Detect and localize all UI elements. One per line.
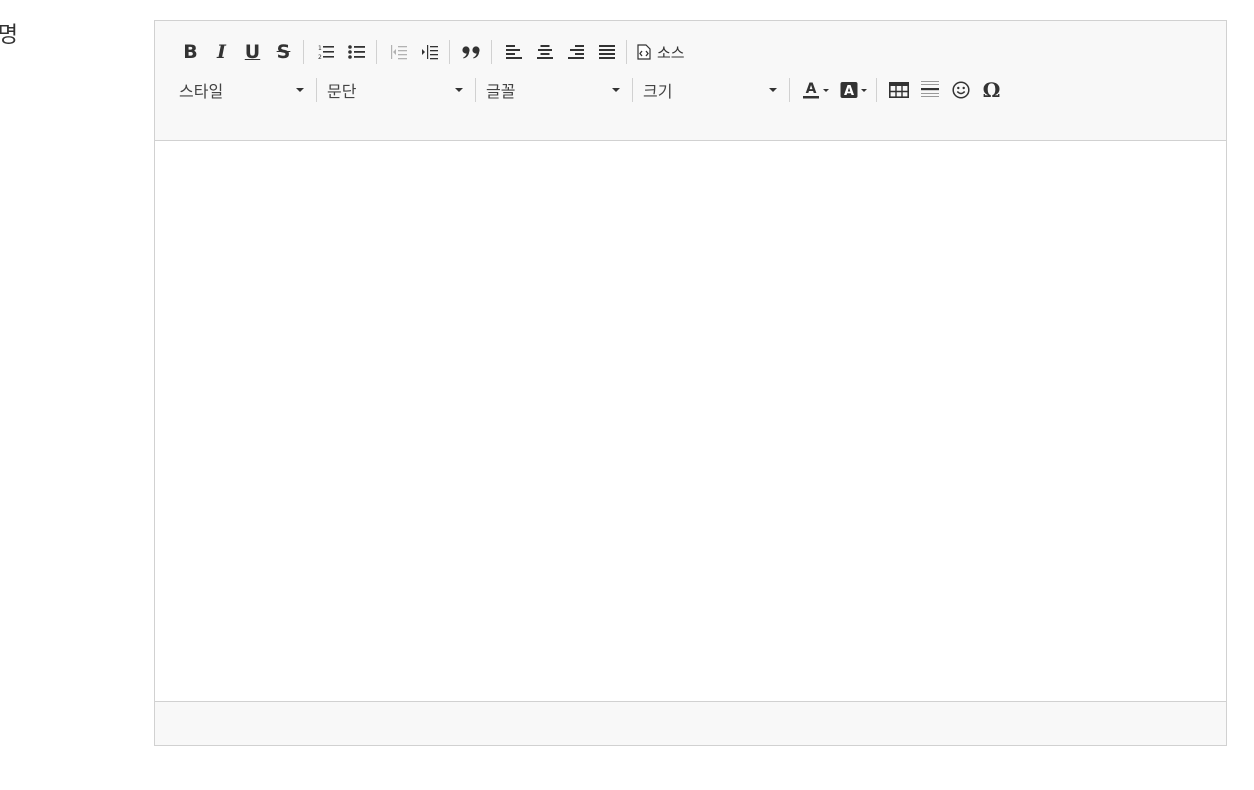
- italic-button[interactable]: I: [206, 38, 237, 66]
- svg-text:2: 2: [318, 54, 322, 60]
- editor-content-area[interactable]: [155, 141, 1226, 701]
- strikethrough-button[interactable]: S: [268, 38, 299, 66]
- align-left-button[interactable]: [498, 38, 529, 66]
- toolbar-row-1: B I U S 1 2 소스: [175, 33, 1226, 71]
- table-button[interactable]: [883, 76, 914, 104]
- text-color-button[interactable]: A: [796, 76, 834, 104]
- text-color-icon: A: [802, 81, 819, 99]
- quote-icon: [461, 46, 480, 59]
- bg-color-letter: A: [843, 84, 853, 99]
- align-right-button[interactable]: [560, 38, 591, 66]
- decrease-indent-button[interactable]: [383, 38, 414, 66]
- increase-indent-button[interactable]: [414, 38, 445, 66]
- format-dropdown[interactable]: 문단: [323, 76, 471, 104]
- source-icon: [637, 44, 651, 60]
- bulleted-list-icon: [348, 45, 365, 59]
- source-button[interactable]: 소스: [633, 38, 689, 66]
- special-character-button[interactable]: Ω: [976, 76, 1007, 104]
- font-dropdown-label: 글꼴: [486, 82, 516, 101]
- styles-dropdown[interactable]: 스타일: [175, 76, 312, 104]
- indent-icon: [421, 45, 438, 60]
- table-icon: [888, 82, 909, 98]
- toolbar-separator: [789, 78, 790, 102]
- chevron-down-icon: [822, 88, 829, 92]
- toolbar-separator: [626, 40, 627, 64]
- outdent-icon: [390, 45, 407, 60]
- toolbar-separator: [491, 40, 492, 64]
- smiley-icon: [951, 81, 970, 99]
- editor-toolbar: B I U S 1 2 소스 스타일 문단 글꼴 크기 A A Ω: [155, 21, 1226, 141]
- toolbar-separator: [303, 40, 304, 64]
- underline-button[interactable]: U: [237, 38, 268, 66]
- chevron-down-icon: [860, 88, 867, 92]
- font-size-dropdown[interactable]: 크기: [639, 76, 785, 104]
- align-right-icon: [567, 45, 584, 59]
- bold-button[interactable]: B: [175, 38, 206, 66]
- field-label: 설명: [0, 23, 18, 48]
- format-dropdown-label: 문단: [327, 82, 357, 101]
- numbered-list-button[interactable]: 1 2: [310, 38, 341, 66]
- align-justify-icon: [598, 45, 615, 59]
- toolbar-separator: [376, 40, 377, 64]
- styles-dropdown-label: 스타일: [179, 82, 224, 101]
- bulleted-list-button[interactable]: [341, 38, 372, 66]
- font-dropdown[interactable]: 글꼴: [482, 76, 628, 104]
- align-center-icon: [536, 45, 553, 59]
- background-color-icon: A: [840, 82, 857, 99]
- font-size-dropdown-label: 크기: [643, 82, 673, 101]
- toolbar-row-2: 스타일 문단 글꼴 크기 A A Ω: [175, 71, 1226, 109]
- toolbar-separator: [449, 40, 450, 64]
- editor-status-bar: [155, 701, 1226, 745]
- chevron-down-icon: [455, 88, 463, 92]
- toolbar-separator: [316, 78, 317, 102]
- chevron-down-icon: [296, 88, 304, 92]
- page: 설명 B I U S 1 2: [0, 0, 1254, 790]
- toolbar-separator: [632, 78, 633, 102]
- toolbar-separator: [876, 78, 877, 102]
- rich-text-editor: B I U S 1 2 소스 스타일 문단 글꼴 크기 A A Ω: [154, 20, 1227, 746]
- emoji-button[interactable]: [945, 76, 976, 104]
- horizontal-line-icon: [920, 81, 939, 97]
- chevron-down-icon: [769, 88, 777, 92]
- align-justify-button[interactable]: [591, 38, 622, 66]
- svg-text:1: 1: [318, 45, 322, 52]
- align-left-icon: [505, 45, 522, 59]
- toolbar-separator: [475, 78, 476, 102]
- blockquote-button[interactable]: [456, 38, 487, 66]
- align-center-button[interactable]: [529, 38, 560, 66]
- numbered-list-icon: 1 2: [318, 45, 334, 60]
- horizontal-rule-button[interactable]: [914, 76, 945, 104]
- background-color-button[interactable]: A: [834, 76, 872, 104]
- text-color-letter: A: [805, 81, 816, 97]
- source-label: 소스: [657, 43, 685, 62]
- chevron-down-icon: [612, 88, 620, 92]
